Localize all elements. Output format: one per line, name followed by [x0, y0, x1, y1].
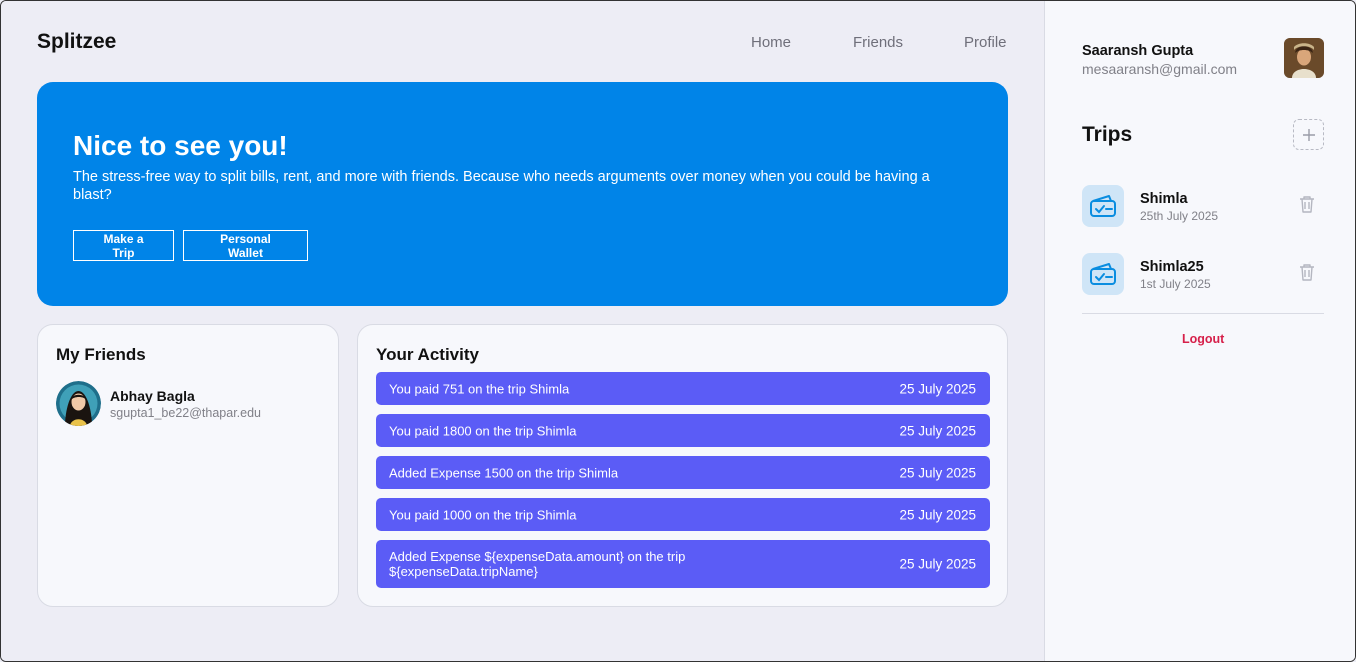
activity-text: You paid 751 on the trip Shimla: [389, 381, 570, 396]
trash-icon[interactable]: [1298, 194, 1316, 214]
app-window: Splitzee Home Friends Profile Nice to se…: [0, 0, 1356, 662]
activity-item[interactable]: You paid 1800 on the trip Shimla 25 July…: [376, 414, 990, 447]
main-content: Splitzee Home Friends Profile Nice to se…: [1, 1, 1044, 661]
activity-date: 25 July 2025: [899, 507, 976, 522]
personal-wallet-button[interactable]: Personal Wallet: [183, 230, 308, 261]
activity-item[interactable]: You paid 1000 on the trip Shimla 25 July…: [376, 498, 990, 531]
activity-item[interactable]: Added Expense 1500 on the trip Shimla 25…: [376, 456, 990, 489]
user-name: Saaransh Gupta: [1082, 43, 1194, 59]
friends-card: My Friends Abhay Bagla sgupta1_be22@thap…: [37, 324, 339, 607]
activity-date: 25 July 2025: [899, 423, 976, 438]
sidebar: Saaransh Gupta mesaaransh@gmail.com Trip…: [1044, 1, 1355, 661]
welcome-title: Nice to see you!: [73, 130, 288, 161]
nav-profile[interactable]: Profile: [964, 34, 1007, 51]
trip-name: Shimla25: [1140, 259, 1204, 275]
friend-name[interactable]: Abhay Bagla: [110, 388, 195, 404]
activity-text: You paid 1000 on the trip Shimla: [389, 507, 577, 522]
brand-logo[interactable]: Splitzee: [37, 30, 116, 54]
trash-icon[interactable]: [1298, 262, 1316, 282]
trip-name: Shimla: [1140, 191, 1188, 207]
trip-item[interactable]: Shimla25 1st July 2025: [1082, 253, 1324, 297]
plus-icon: [1303, 129, 1315, 141]
trip-item[interactable]: Shimla 25th July 2025: [1082, 185, 1324, 229]
activity-date: 25 July 2025: [899, 556, 976, 572]
user-avatar[interactable]: [1284, 38, 1324, 78]
trip-date: 1st July 2025: [1140, 277, 1211, 291]
activity-title: Your Activity: [376, 345, 479, 364]
activity-item[interactable]: Added Expense ${expenseData.amount} on t…: [376, 540, 990, 588]
trips-title: Trips: [1082, 123, 1133, 146]
trip-date: 25th July 2025: [1140, 209, 1219, 223]
ticket-icon: [1082, 253, 1124, 295]
friend-email: sgupta1_be22@thapar.edu: [110, 406, 262, 420]
activity-text: You paid 1800 on the trip Shimla: [389, 423, 577, 438]
activity-item[interactable]: You paid 751 on the trip Shimla 25 July …: [376, 372, 990, 405]
activity-text: Added Expense ${expenseData.amount} on t…: [389, 549, 686, 579]
activity-list: You paid 751 on the trip Shimla 25 July …: [376, 372, 990, 597]
activity-text: Added Expense 1500 on the trip Shimla: [389, 465, 619, 480]
nav-friends[interactable]: Friends: [853, 34, 903, 51]
user-email: mesaaransh@gmail.com: [1082, 61, 1238, 77]
friend-avatar[interactable]: [56, 381, 101, 426]
welcome-banner: Nice to see you! The stress-free way to …: [37, 82, 1008, 306]
ticket-icon: [1082, 185, 1124, 227]
welcome-text: The stress-free way to split bills, rent…: [73, 169, 930, 203]
nav-home[interactable]: Home: [751, 34, 791, 51]
activity-date: 25 July 2025: [899, 381, 976, 396]
logout-button[interactable]: Logout: [1182, 332, 1224, 346]
friends-title: My Friends: [56, 345, 146, 364]
make-trip-button[interactable]: Make a Trip: [73, 230, 174, 261]
activity-card: Your Activity You paid 751 on the trip S…: [357, 324, 1008, 607]
add-trip-button[interactable]: [1293, 119, 1324, 150]
divider: [1082, 313, 1324, 314]
activity-date: 25 July 2025: [899, 465, 976, 480]
